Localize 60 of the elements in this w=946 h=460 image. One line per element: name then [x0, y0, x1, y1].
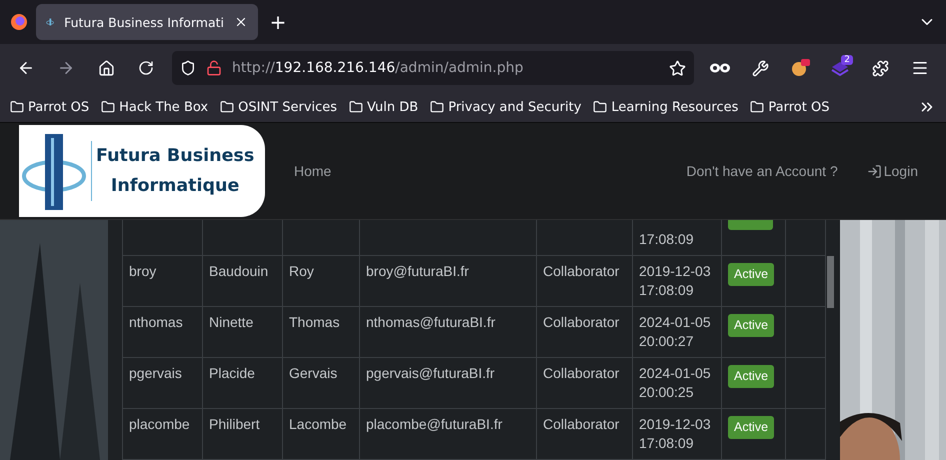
- bookmark-folder[interactable]: Parrot OS: [10, 100, 90, 114]
- table-cell: 2019-12-03 17:08:09: [632, 256, 721, 306]
- table-cell: Collaborator: [536, 358, 632, 408]
- table-cell: 2019-12-03 17:08:09: [632, 409, 721, 459]
- table-cell: broy@futuraBI.fr: [359, 256, 536, 306]
- login-link[interactable]: Login: [866, 163, 918, 179]
- bookmark-folder[interactable]: Vuln DB: [349, 100, 418, 114]
- bookmark-folder[interactable]: Hack The Box: [101, 100, 208, 114]
- bookmark-folder[interactable]: Parrot OS: [750, 100, 830, 114]
- extension-icon[interactable]: 2: [822, 52, 858, 84]
- folder-icon: [220, 100, 234, 114]
- folder-icon: [430, 100, 444, 114]
- table-cell: nthomas: [122, 307, 202, 357]
- table-cell: nthomas@futuraBI.fr: [359, 307, 536, 357]
- status-badge: [728, 220, 773, 230]
- table-cell: placombe@futuraBI.fr: [359, 409, 536, 459]
- browser-logo-icon: [10, 13, 28, 31]
- table-cell: Gervais: [282, 358, 359, 408]
- site-logo[interactable]: Futura Business Informatique: [19, 125, 265, 217]
- folder-icon: [750, 100, 764, 114]
- table-cell: 17:08:09: [632, 220, 721, 255]
- count-badge: 2: [841, 55, 853, 65]
- new-tab-button[interactable]: +: [266, 10, 290, 34]
- browser-tab[interactable]: Futura Business Informati: [36, 4, 258, 40]
- table-cell: 2024-01-05 20:00:25: [632, 358, 721, 408]
- table-cell: 2024-01-05 20:00:27: [632, 307, 721, 357]
- table-cell: Collaborator: [536, 256, 632, 306]
- table-cell: pgervais: [122, 358, 202, 408]
- insecure-lock-icon[interactable]: [206, 60, 222, 76]
- table-cell: Placide: [202, 358, 282, 408]
- table-cell: pgervais@futuraBI.fr: [359, 358, 536, 408]
- bookmark-folder[interactable]: Privacy and Security: [430, 100, 582, 114]
- status-badge: Active: [728, 365, 774, 388]
- scrollbar-thumb[interactable]: [827, 256, 834, 308]
- table-cell: broy: [122, 256, 202, 306]
- folder-icon: [101, 100, 116, 114]
- bookmark-folder[interactable]: Learning Resources: [593, 100, 738, 114]
- folder-icon: [349, 100, 364, 114]
- status-badge: Active: [728, 314, 774, 337]
- table-cell: placombe: [122, 409, 202, 459]
- register-link[interactable]: Don't have an Account ?: [686, 163, 838, 179]
- nav-link[interactable]: Home: [294, 163, 332, 179]
- folder-icon: [593, 100, 608, 114]
- shield-icon[interactable]: [180, 60, 196, 76]
- bookmark-folder[interactable]: OSINT Services: [220, 100, 338, 114]
- folder-icon: [10, 100, 24, 114]
- table-cell: Thomas: [282, 307, 359, 357]
- status-badge: Active: [728, 416, 774, 439]
- table-cell: Collaborator: [536, 307, 632, 357]
- table-cell: Collaborator: [536, 409, 632, 459]
- address-bar[interactable]: http://192.168.216.146/admin/admin.php: [172, 51, 694, 85]
- table-cell: Roy: [282, 256, 359, 306]
- star-icon[interactable]: [669, 60, 686, 76]
- table-cell: Lacombe: [282, 409, 359, 459]
- table-cell: Ninette: [202, 307, 282, 357]
- table-cell: Philibert: [202, 409, 282, 459]
- table-cell: Baudouin: [202, 256, 282, 306]
- login-icon: [866, 164, 882, 178]
- status-badge: Active: [728, 263, 774, 286]
- close-icon[interactable]: [234, 15, 248, 29]
